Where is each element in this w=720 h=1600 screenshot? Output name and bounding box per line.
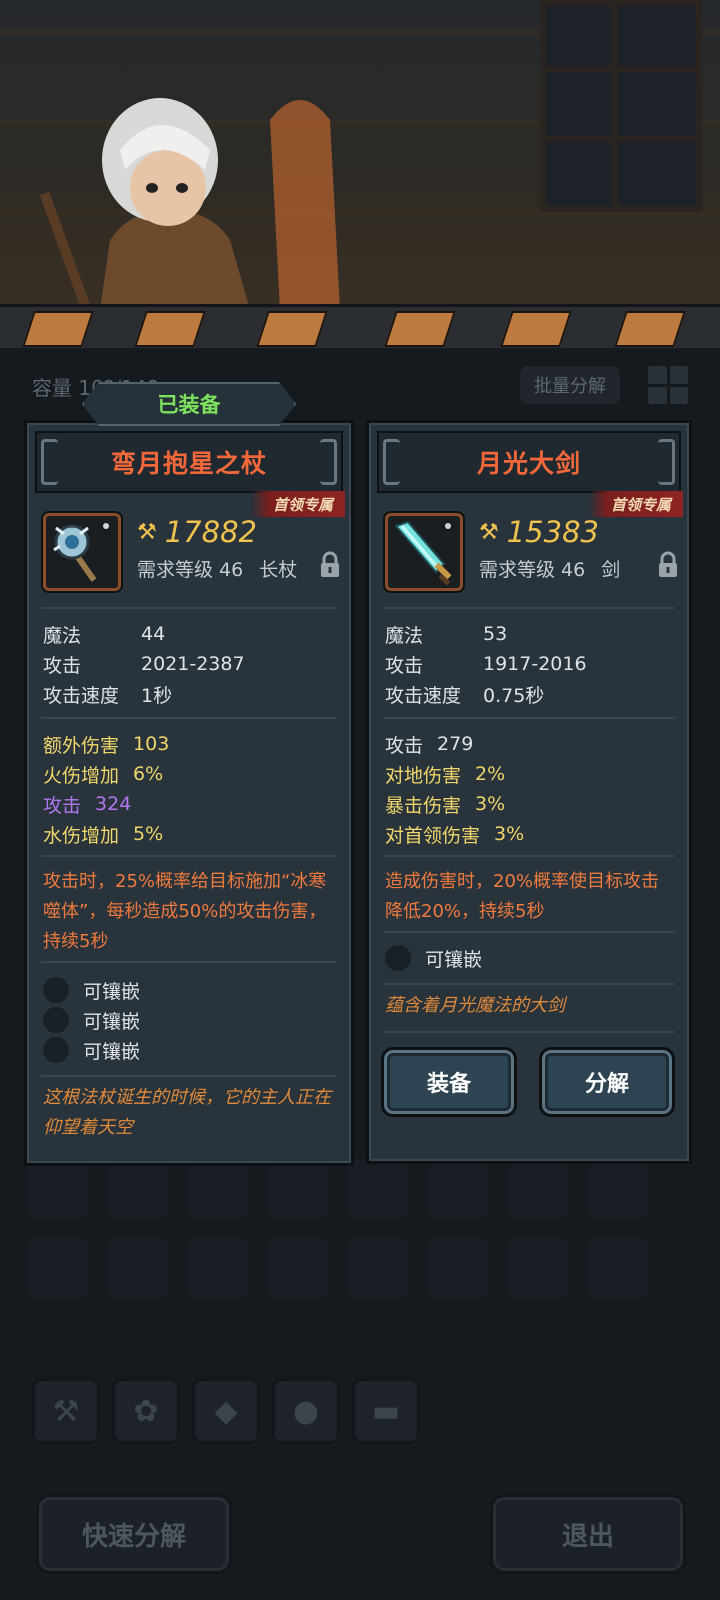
hammer-icon[interactable]: ⚒ [32,1378,100,1444]
requirement-row: 需求等级 46 长杖 [137,555,297,582]
combat-power-value: 17882 [164,515,257,549]
stat-row: 魔法 53 [385,623,508,647]
base-stats: 魔法 53 攻击 1917-2016 攻击速度 0.75秒 [385,619,677,709]
window-decoration [540,0,702,212]
lock-icon[interactable] [319,551,341,579]
exit-button[interactable]: 退出 [490,1494,686,1574]
character-illustration [40,98,340,310]
divider [41,607,337,609]
requirement-row: 需求等级 46 剑 [479,555,620,582]
item-title: 月光大剑 [377,431,681,493]
gem-socket[interactable]: 可镶嵌 [385,943,482,973]
equipped-banner: 已装备 [82,382,296,426]
item-type: 长杖 [259,559,298,581]
divider [383,1031,675,1033]
divider [383,983,675,985]
stat-row: 攻击速度 1秒 [43,684,173,707]
combat-power-value: 15383 [506,515,599,549]
divider [41,717,337,719]
divider [41,1075,337,1077]
stat-row: 攻击 2021-2387 [43,653,245,677]
power-icon: ⚒ [479,519,499,545]
bonus-stats: 攻击 279 对地伤害 2% 暴击伤害 3% 对首领伤害 3% [385,729,677,849]
base-stats: 魔法 44 攻击 2021-2387 攻击速度 1秒 [43,619,339,709]
gem-socket[interactable]: 可镶嵌 [43,1005,140,1035]
bonus-stats: 额外伤害 103 火伤增加 6% 攻击 324 水伤增加 5% [43,729,339,849]
required-level: 需求等级 46 [137,559,244,581]
flavor-text: 蕴含着月光魔法的大剑 [385,995,565,1016]
equipped-item-card: 弯月抱星之杖 首领专属 ⚒ 17882 需求等级 46 长杖 魔法 44 攻击 20… [24,420,354,1166]
item-type: 剑 [601,559,621,581]
socket-icon [43,1037,69,1063]
chest-icon[interactable]: ▬ [352,1378,420,1444]
divider [383,855,675,857]
gem-icon[interactable]: ◆ [192,1378,260,1444]
special-effect-text: 造成伤害时，20%概率使目标攻击降低20%，持续5秒 [385,871,660,922]
compare-item-card: 月光大剑 首领专属 ⚒ 15383 需求等级 46 剑 魔法 53 攻击 1917-… [366,420,692,1164]
stat-row: 攻击 1917-2016 [385,653,587,677]
scene-background [0,0,720,320]
socket-icon [43,977,69,1003]
grid-view-icon[interactable] [648,366,688,404]
stat-row: 暴击伤害 3% [385,793,506,817]
stat-row: 攻击速度 0.75秒 [385,684,545,707]
equip-button[interactable]: 装备 [381,1047,517,1117]
required-level: 需求等级 46 [479,559,586,581]
divider [41,855,337,857]
power-icon: ⚒ [137,519,157,545]
gem-socket[interactable]: 可镶嵌 [43,975,140,1005]
divider [383,607,675,609]
quick-decompose-button[interactable]: 快速分解 [36,1494,232,1574]
blob-icon[interactable]: ● [272,1378,340,1444]
socket-icon [385,945,411,971]
socket-icon [43,1007,69,1033]
boss-exclusive-badge: 首领专属 [588,491,683,517]
staff-icon [43,513,121,591]
stat-row: 水伤增加 5% [43,823,164,847]
combat-power: ⚒ 17882 [137,515,257,549]
stat-row: 攻击 324 [43,793,132,817]
divider [41,961,337,963]
stat-row: 对地伤害 2% [385,763,506,787]
item-title: 弯月抱星之杖 [35,431,343,493]
flavor-text: 这根法杖诞生的时候，它的主人正在仰望着天空 [43,1087,331,1138]
divider [383,717,675,719]
decompose-button[interactable]: 分解 [539,1047,675,1117]
stat-row: 额外伤害 103 [43,733,170,757]
combat-power: ⚒ 15383 [479,515,599,549]
shelf-rail [0,304,720,354]
stat-row: 火伤增加 6% [43,763,164,787]
paw-icon[interactable]: ✿ [112,1378,180,1444]
stat-row: 对首领伤害 3% [385,823,525,847]
stat-row: 魔法 44 [43,623,166,647]
sword-icon [385,513,463,591]
gem-socket[interactable]: 可镶嵌 [43,1035,140,1065]
special-effect-text: 攻击时，25%概率给目标施加“冰寒噬体”，每秒造成50%的攻击伤害，持续5秒 [43,871,327,952]
batch-decompose-button[interactable]: 批量分解 [520,366,620,404]
lock-icon[interactable] [657,551,679,579]
stat-row: 攻击 279 [385,733,474,757]
boss-exclusive-badge: 首领专属 [250,491,345,517]
divider [383,931,675,933]
